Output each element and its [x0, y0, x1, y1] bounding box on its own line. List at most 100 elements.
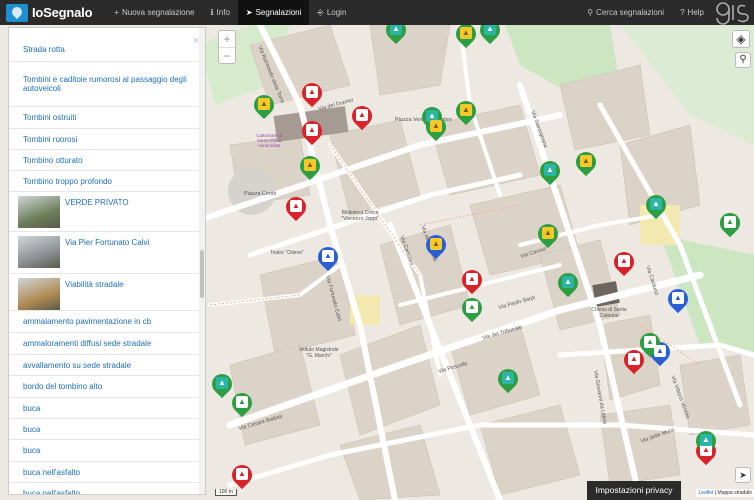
report-marker-green[interactable]: ▲ — [249, 90, 279, 120]
panel-scrollbar[interactable] — [199, 28, 205, 494]
search-icon: ⚲ — [739, 54, 747, 65]
report-marker-green[interactable]: ▲ — [493, 364, 523, 394]
report-marker-blue[interactable]: ▲ — [663, 284, 693, 314]
report-marker-green[interactable]: ▲ — [295, 151, 325, 181]
report-marker-blue[interactable]: ▲ — [421, 230, 451, 260]
nav-search-label: Cerca segnalazioni — [596, 8, 665, 17]
report-marker-blue[interactable]: ▲ — [313, 242, 343, 272]
report-marker-green[interactable]: ▲ — [457, 293, 487, 323]
list-item-label: Viabilità stradale — [65, 280, 124, 289]
report-marker-green[interactable]: ▲ — [475, 25, 505, 45]
list-item[interactable]: bordo del tombino alto — [9, 376, 201, 398]
locate-button[interactable]: ➤ — [735, 467, 751, 483]
nav-info[interactable]: ℹ Info — [203, 0, 238, 25]
thumbnail-image — [18, 236, 60, 268]
zoom-out-button[interactable]: − — [219, 47, 235, 63]
report-marker-red[interactable]: ▲ — [281, 192, 311, 222]
warning-icon: ▲ — [542, 227, 554, 239]
warning-icon: ▲ — [724, 216, 736, 228]
map-scale: 100 m — [215, 489, 237, 496]
privacy-settings-button[interactable]: Impostazioni privacy — [587, 481, 681, 500]
poi-label: Cattedrale di Santa Maria Annunziata — [256, 133, 282, 148]
list-item[interactable]: Tombini ruorosi — [9, 129, 201, 150]
close-icon[interactable]: × — [193, 35, 199, 47]
list-item[interactable]: buca — [9, 398, 201, 419]
login-icon: ⎆ — [317, 7, 324, 17]
list-item[interactable]: Strada rotta — [9, 28, 201, 62]
warning-icon: ▲ — [322, 250, 334, 262]
report-marker-green[interactable]: ▲ — [535, 156, 565, 186]
list-item[interactable]: buca — [9, 419, 201, 440]
list-item-label: Tombini e caditoie rumorosi al passaggio… — [23, 75, 187, 93]
warning-icon: ▲ — [502, 372, 514, 384]
report-marker-green[interactable]: ▲ — [207, 369, 237, 399]
warning-icon: ▲ — [236, 396, 248, 408]
list-item[interactable]: VERDE PRIVATO — [9, 192, 201, 232]
list-item-label: buca — [23, 424, 41, 434]
list-item[interactable]: buca nell'asfalto — [9, 483, 201, 495]
report-marker-green[interactable]: ▲ — [571, 147, 601, 177]
report-marker-green[interactable]: ▲ — [533, 219, 563, 249]
report-marker-green[interactable]: ▲ — [715, 208, 745, 238]
report-marker-green[interactable]: ▲ — [451, 25, 481, 49]
report-marker-red[interactable]: ▲ — [347, 101, 377, 131]
nav-new-report[interactable]: + Nuova segnalazione — [106, 0, 202, 25]
nav-reports[interactable]: ➤ Segnalazioni — [237, 0, 310, 25]
list-item-label: ammaloramenti diffusi sede stradale — [23, 339, 152, 348]
leaflet-link[interactable]: Leaflet — [698, 490, 713, 496]
map-search-button[interactable]: ⚲ — [735, 52, 751, 68]
report-marker-green[interactable]: ▲ — [553, 268, 583, 298]
report-marker-green[interactable]: ▲ — [641, 190, 671, 220]
list-item[interactable]: ammaloramenti diffusi sede stradale — [9, 333, 201, 355]
report-marker-red[interactable]: ▲ — [227, 460, 257, 490]
report-marker-green[interactable]: ▲ — [451, 96, 481, 126]
poi-label: Teatro "Odeon" — [270, 250, 304, 256]
report-marker-green[interactable]: ▲ — [227, 388, 257, 418]
list-item-label: buca nell'asfalto — [23, 488, 81, 495]
list-item[interactable]: Tombino otturato — [9, 150, 201, 171]
nav-help[interactable]: ? Help — [672, 0, 712, 25]
question-icon: ? — [680, 8, 685, 17]
report-marker-green[interactable]: ▲ — [381, 25, 411, 45]
scrollbar-thumb[interactable] — [200, 250, 204, 298]
plus-icon: + — [114, 8, 119, 17]
warning-icon: ▲ — [236, 468, 248, 480]
poi-label: Istituto Magistrale "G. Marchi" — [299, 347, 339, 359]
warning-icon: ▲ — [644, 336, 656, 348]
list-item[interactable]: Via Pier Fortunato Calvi — [9, 232, 201, 274]
layers-button[interactable]: ◈ — [732, 30, 750, 48]
gis3-logo-icon — [716, 2, 749, 25]
brand[interactable]: IoSegnalo — [0, 0, 93, 25]
report-marker-red[interactable]: ▲ — [609, 247, 639, 277]
list-item[interactable]: avvallamento su sede stradale — [9, 355, 201, 376]
warning-icon: ▲ — [672, 292, 684, 304]
list-item[interactable]: Tombini e caditoie rumorosi al passaggio… — [9, 62, 201, 107]
nav-login[interactable]: ⎆ Login — [309, 0, 354, 25]
list-item-label: VERDE PRIVATO — [65, 198, 129, 207]
list-item-label: bordo del tombino alto — [23, 382, 103, 391]
list-item[interactable]: buca nell'asfalto — [9, 462, 201, 483]
list-item[interactable]: ammalamento pavimentazione in cb — [9, 311, 201, 333]
list-item[interactable]: Tombini ostruiti — [9, 107, 201, 129]
thumbnail-image — [18, 196, 60, 228]
list-item[interactable]: Tombino troppo profondo — [9, 171, 201, 192]
warning-icon: ▲ — [356, 109, 368, 121]
warning-icon: ▲ — [618, 255, 630, 267]
warning-icon: ▲ — [290, 200, 302, 212]
list-item[interactable]: buca — [9, 440, 201, 462]
thumbnail-image — [18, 278, 60, 310]
zoom-in-button[interactable]: + — [219, 31, 235, 47]
nav-help-label: Help — [687, 8, 704, 17]
top-navbar: IoSegnalo + Nuova segnalazione ℹ Info ➤ … — [0, 0, 754, 25]
list-item[interactable]: Viabilità stradale — [9, 274, 201, 311]
nav-login-label: Login — [326, 8, 347, 17]
report-marker-red[interactable]: ▲ — [297, 78, 327, 108]
nav-search-reports[interactable]: ⚲ Cerca segnalazioni — [579, 0, 672, 25]
list-item-label: Tombini ruorosi — [23, 134, 78, 144]
list-item-label: Tombino troppo profondo — [23, 176, 112, 186]
category-list: Strada rotta Tombini e caditoie rumorosi … — [9, 28, 201, 495]
report-marker-red[interactable]: ▲ — [457, 265, 487, 295]
warning-icon: ▲ — [306, 124, 318, 136]
report-marker-red[interactable]: ▲ — [297, 116, 327, 146]
warning-icon: ▲ — [304, 159, 316, 171]
